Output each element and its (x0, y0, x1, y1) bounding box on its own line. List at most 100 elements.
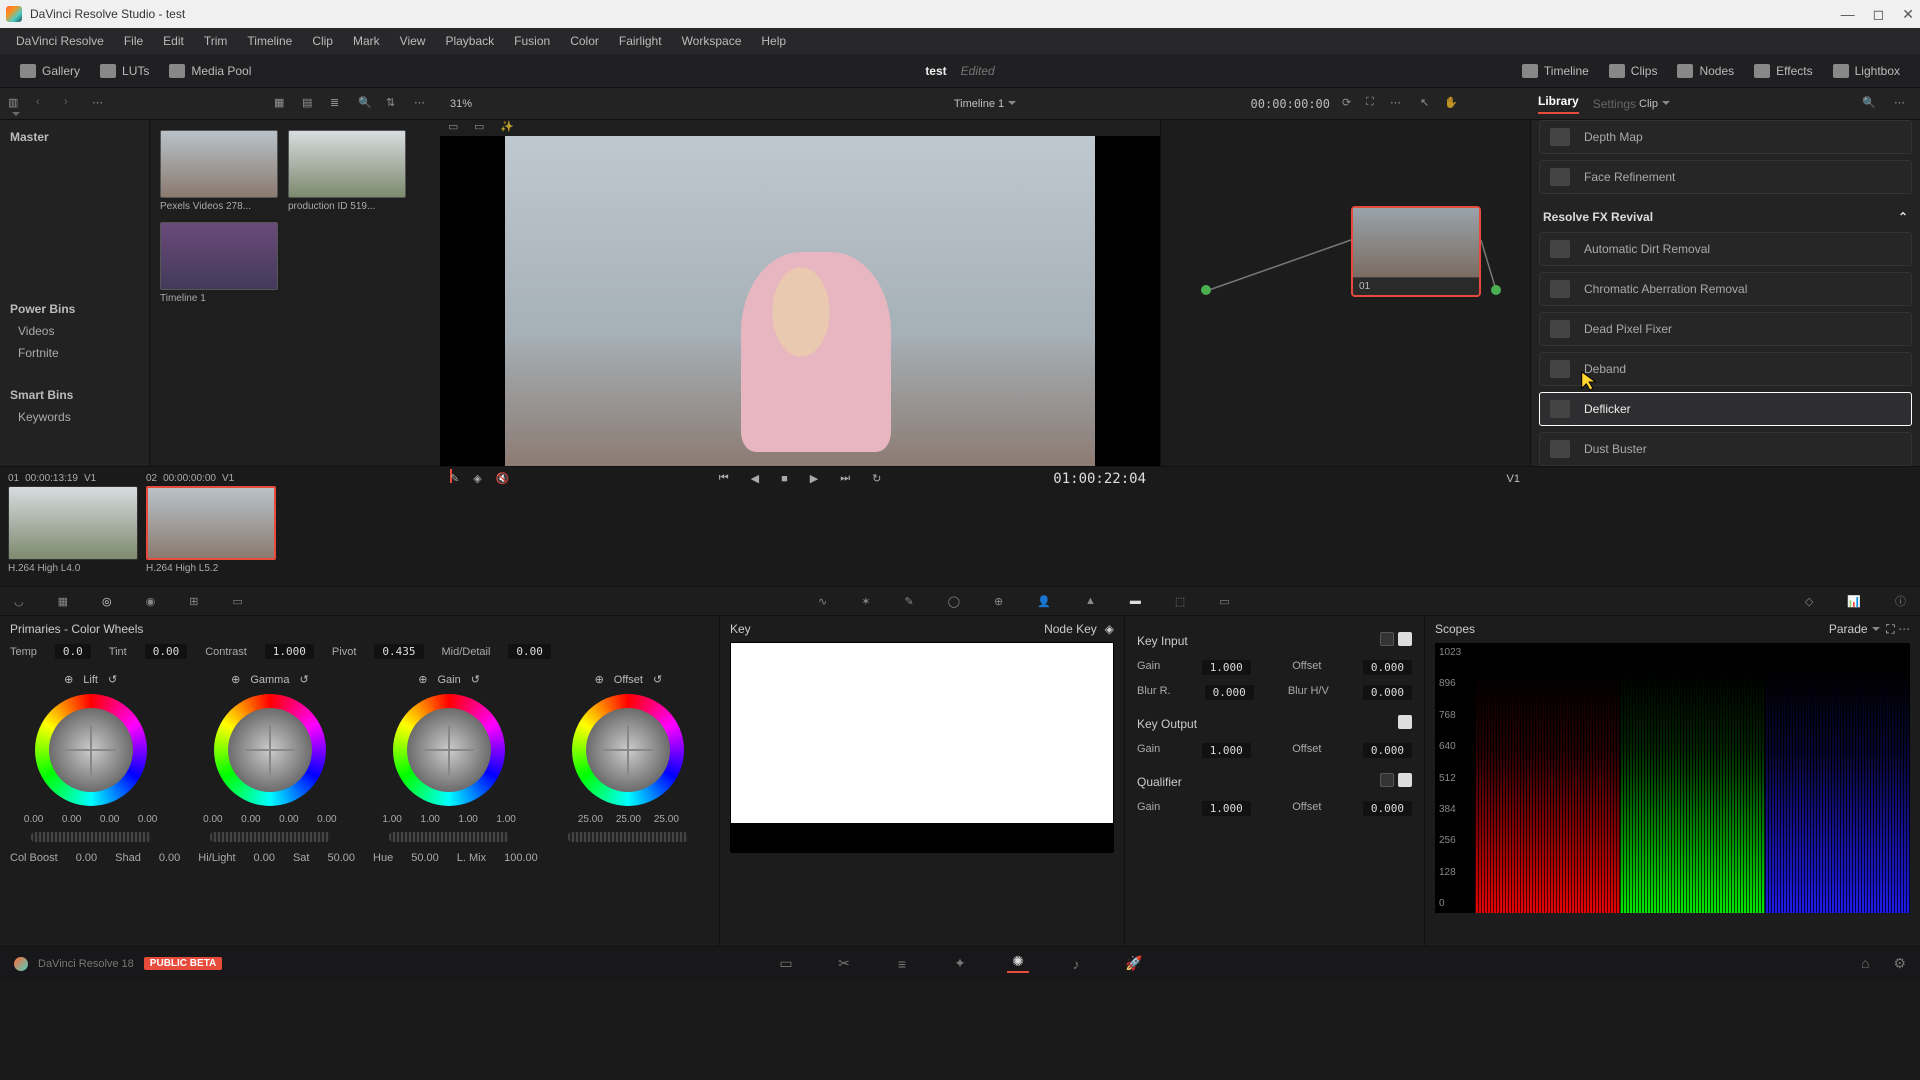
wheel-reset-icon[interactable]: ↺ (299, 673, 308, 686)
menu-fairlight[interactable]: Fairlight (609, 34, 672, 48)
scopes-btn-icon[interactable]: 📊 (1847, 595, 1861, 608)
page-fusion-icon[interactable]: ✦ (949, 955, 971, 973)
page-color-icon[interactable]: ✺ (1007, 955, 1029, 973)
menu-color[interactable]: Color (560, 34, 609, 48)
qual-toggle2[interactable] (1398, 773, 1412, 787)
timeline-button[interactable]: Timeline (1512, 60, 1599, 82)
tracker-icon[interactable]: ⊕ (994, 595, 1003, 608)
menu-help[interactable]: Help (751, 34, 796, 48)
node-graph[interactable]: 01 (1160, 120, 1530, 466)
scopes-more-icon[interactable]: ⋯ (1898, 622, 1910, 636)
wheel-value[interactable]: 0.00 (234, 814, 268, 825)
param-lmix[interactable]: 100.00 (504, 852, 538, 864)
keyin-blurhv[interactable]: 0.000 (1363, 685, 1412, 700)
colorwarp-icon[interactable]: ▦ (58, 595, 68, 608)
view-grid-icon[interactable]: ▤ (302, 96, 320, 112)
wheel-picker-icon[interactable]: ⊕ (595, 673, 604, 686)
keyin-offset[interactable]: 0.000 (1363, 660, 1412, 675)
clip-thumb[interactable]: production ID 519... (288, 130, 406, 212)
middetail-value[interactable]: 0.00 (508, 644, 551, 659)
wheel-picker-icon[interactable]: ⊕ (231, 673, 240, 686)
hand-icon[interactable]: ✋ (1444, 96, 1462, 112)
prev-frame-icon[interactable]: ◀ (751, 472, 759, 485)
blur-icon[interactable]: ▲ (1085, 595, 1096, 607)
keyinput-toggle1[interactable] (1380, 632, 1394, 646)
scopes-expand-icon[interactable]: ⛶ (1886, 622, 1894, 636)
wheel-value[interactable]: 0.00 (93, 814, 127, 825)
sort-icon[interactable]: ⇅ (386, 96, 404, 112)
maximize-icon[interactable]: ◻ (1873, 6, 1885, 23)
view-thumb-icon[interactable]: ▦ (274, 96, 292, 112)
wheel-value[interactable]: 1.00 (451, 814, 485, 825)
wheel-value[interactable]: 1.00 (489, 814, 523, 825)
key-icon[interactable]: ▬ (1130, 595, 1141, 607)
qual-gain[interactable]: 1.000 (1202, 801, 1251, 816)
curve-icon[interactable]: ∿ (818, 595, 827, 608)
wheel-picker-icon[interactable]: ⊕ (64, 673, 73, 686)
pen-icon[interactable]: ✎ (450, 472, 459, 485)
node-input-dot[interactable] (1201, 285, 1211, 295)
menu-mark[interactable]: Mark (343, 34, 390, 48)
fx-facerefinement[interactable]: Face Refinement (1539, 160, 1912, 194)
nodes-button[interactable]: Nodes (1667, 60, 1744, 82)
mediapool-button[interactable]: Media Pool (159, 60, 261, 82)
fx-group-revival[interactable]: Resolve FX Revival⌃ (1539, 200, 1912, 232)
magicmask-icon[interactable]: 👤 (1037, 595, 1051, 608)
luts-button[interactable]: LUTs (90, 60, 159, 82)
info-icon[interactable]: ⓘ (1895, 593, 1906, 609)
viewer-more-icon[interactable]: ⋯ (1390, 96, 1408, 112)
menu-timeline[interactable]: Timeline (237, 34, 302, 48)
menu-clip[interactable]: Clip (302, 34, 343, 48)
nodekey-label[interactable]: Node Key (1044, 622, 1097, 636)
timeline-thumb[interactable]: Timeline 1 (160, 222, 278, 304)
wheel-reset-icon[interactable]: ↺ (653, 673, 662, 686)
keyin-gain[interactable]: 1.000 (1202, 660, 1251, 675)
clip-dropdown[interactable]: Clip (1639, 98, 1670, 110)
go-start-icon[interactable]: ⏮ (719, 472, 729, 485)
hdr-icon[interactable]: ◉ (146, 595, 156, 608)
fx-deflicker[interactable]: Deflicker (1539, 392, 1912, 426)
wheel-slider[interactable] (389, 832, 509, 842)
powerbins-header[interactable]: Power Bins (0, 298, 149, 320)
fx-chromaticab[interactable]: Chromatic Aberration Removal (1539, 272, 1912, 306)
menu-fusion[interactable]: Fusion (504, 34, 560, 48)
lightbox-button[interactable]: Lightbox (1823, 60, 1910, 82)
bin-dropdown-icon[interactable]: ▥ (8, 96, 26, 112)
wheel-value[interactable]: 25.00 (611, 814, 645, 825)
page-edit-icon[interactable]: ≡ (891, 955, 913, 973)
wheel-value[interactable]: 1.00 (375, 814, 409, 825)
pivot-value[interactable]: 0.435 (374, 644, 423, 659)
qual-offset[interactable]: 0.000 (1363, 801, 1412, 816)
wheel-value[interactable]: 0.00 (310, 814, 344, 825)
param-hilight[interactable]: 0.00 (254, 852, 275, 864)
corrector-node[interactable]: 01 (1351, 206, 1481, 297)
timeline-name-dropdown[interactable]: Timeline 1 (954, 98, 1016, 110)
wheel-value[interactable]: 0.00 (272, 814, 306, 825)
wheel-slider[interactable] (31, 832, 151, 842)
menu-file[interactable]: File (114, 34, 153, 48)
page-media-icon[interactable]: ▭ (775, 955, 797, 973)
fx-depthmap[interactable]: Depth Map (1539, 120, 1912, 154)
qualifier-icon[interactable]: ✎ (904, 595, 913, 608)
nav-back-icon[interactable]: ‹ (36, 96, 54, 112)
more2-icon[interactable]: ⋯ (414, 96, 432, 112)
wheel-value[interactable]: 1.00 (413, 814, 447, 825)
rgbmixer-icon[interactable]: ⊞ (189, 595, 198, 608)
tint-value[interactable]: 0.00 (145, 644, 188, 659)
menu-resolve[interactable]: DaVinci Resolve (6, 34, 114, 48)
settings-tab[interactable]: Settings (1593, 97, 1636, 111)
param-hue[interactable]: 50.00 (411, 852, 439, 864)
magic-mask-icon[interactable]: ✨ (500, 120, 518, 136)
wheel-slider[interactable] (568, 832, 688, 842)
primaries-icon[interactable]: ◎ (102, 595, 112, 608)
home-icon[interactable]: ⌂ (1861, 955, 1869, 972)
viewer-mode2-icon[interactable]: ▭ (474, 120, 492, 136)
viewer-in-timecode[interactable]: 00:00:00:00 (1251, 97, 1330, 111)
key-preview[interactable] (730, 642, 1114, 852)
param-colboost[interactable]: 0.00 (76, 852, 97, 864)
wheel-value[interactable]: 25.00 (649, 814, 683, 825)
play-icon[interactable]: ▶ (810, 472, 818, 485)
3d-icon[interactable]: ▭ (1219, 595, 1229, 608)
close-icon[interactable]: ✕ (1902, 6, 1914, 23)
mute-icon[interactable]: 🔇 (496, 472, 510, 485)
